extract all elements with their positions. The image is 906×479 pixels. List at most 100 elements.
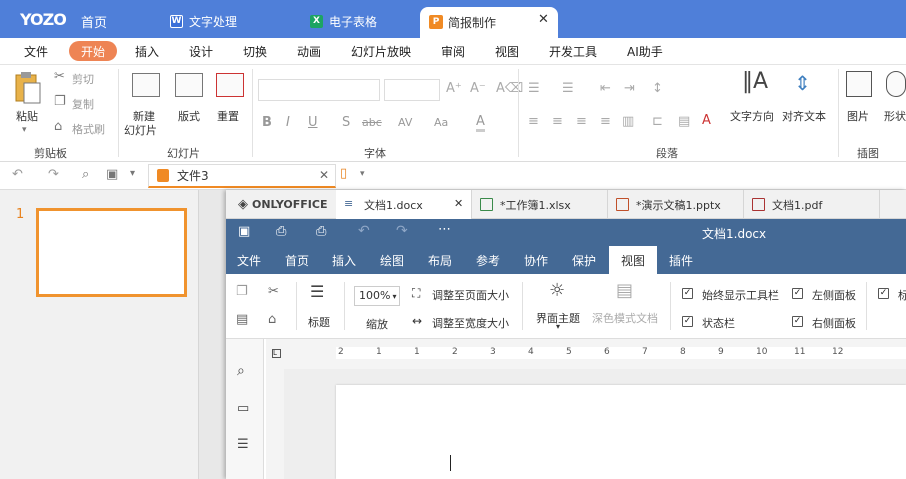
extra-checkbox[interactable]: ✓ — [878, 288, 889, 299]
menu-file[interactable]: 文件 — [24, 43, 48, 60]
menu-view[interactable]: 视图 — [495, 43, 519, 60]
oo-menu-layout[interactable]: 布局 — [428, 252, 452, 269]
copy-icon[interactable]: ❐ — [54, 94, 66, 109]
oo-tab-pptx[interactable]: *演示文稿1.pptx — [608, 190, 744, 219]
clear-format-icon[interactable]: A⌫ — [496, 81, 523, 96]
indent-icon[interactable]: ⇥ — [624, 81, 635, 96]
close-icon[interactable]: ✕ — [319, 168, 329, 182]
outdent-icon[interactable]: ⇤ — [600, 81, 611, 96]
fit-page-icon[interactable]: ⛶ — [412, 286, 420, 301]
menu-start[interactable]: 开始 — [69, 41, 117, 61]
bold-button[interactable]: B — [262, 115, 272, 130]
cut-label[interactable]: 剪切 — [72, 71, 94, 87]
onlyoffice-brand[interactable]: ◈ ONLYOFFICE — [238, 197, 328, 212]
print-icon[interactable]: ⎙ — [276, 224, 286, 239]
oo-menu-references[interactable]: 参考 — [476, 252, 500, 269]
align-right-icon[interactable]: ≡ — [576, 114, 587, 129]
format-painter-icon[interactable]: ⌂ — [54, 119, 62, 134]
tab-stop-icon[interactable]: L — [272, 349, 281, 358]
oo-menu-plugins[interactable]: 插件 — [669, 252, 693, 269]
grow-font-icon[interactable]: A⁺ — [446, 81, 462, 96]
splitter[interactable] — [198, 190, 226, 479]
navigation-icon[interactable]: ☰ — [237, 437, 249, 452]
menu-insert[interactable]: 插入 — [135, 43, 159, 60]
right-panel-checkbox[interactable]: ✓ — [792, 316, 803, 327]
close-icon[interactable]: ✕ — [454, 197, 463, 210]
dark-document-icon[interactable]: ▤ — [616, 280, 633, 301]
close-tab-icon[interactable]: ✕ — [538, 12, 549, 27]
justify-icon[interactable]: ≡ — [600, 114, 611, 129]
menu-animation[interactable]: 动画 — [297, 43, 321, 60]
italic-button[interactable]: I — [286, 115, 290, 130]
strikethrough-button[interactable]: abc — [362, 116, 382, 129]
sun-icon[interactable]: ☼ — [549, 280, 565, 301]
bullets-icon[interactable]: ☰ — [528, 81, 540, 96]
layout-icon[interactable] — [175, 73, 203, 97]
left-panel-checkbox[interactable]: ✓ — [792, 288, 803, 299]
font-size-select[interactable] — [384, 79, 440, 101]
oo-menu-file[interactable]: 文件 — [237, 252, 261, 269]
paste-icon[interactable]: ▤ — [236, 312, 248, 327]
copy-icon[interactable]: ❐ — [236, 284, 248, 299]
shadow-button[interactable]: S — [342, 115, 350, 130]
picture-icon[interactable] — [846, 71, 872, 97]
font-color-button[interactable]: A — [476, 114, 485, 132]
cut-icon[interactable]: ✂ — [54, 69, 65, 84]
heading-label[interactable]: 标题 — [308, 314, 330, 330]
layout-label[interactable]: 版式 — [178, 108, 200, 124]
always-toolbar-label[interactable]: 始终显示工具栏 — [702, 287, 779, 303]
text-direction-label[interactable]: 文字方向 — [730, 108, 774, 124]
align-center-icon[interactable]: ≡ — [552, 114, 563, 129]
underline-button[interactable]: U — [308, 115, 318, 130]
line-spacing-icon[interactable]: ↕ — [652, 81, 663, 96]
right-panel-label[interactable]: 右侧面板 — [812, 315, 856, 331]
redo-icon[interactable]: ↷ — [48, 167, 59, 182]
menu-review[interactable]: 审阅 — [441, 43, 465, 60]
undo-icon[interactable]: ↶ — [12, 167, 23, 182]
shrink-font-icon[interactable]: A⁻ — [470, 81, 486, 96]
heading-icon[interactable]: ☰ — [310, 282, 324, 301]
oo-menu-home[interactable]: 首页 — [285, 252, 309, 269]
new-doc-icon[interactable]: ▯ — [340, 166, 347, 181]
new-slide-label-2[interactable]: 幻灯片 — [124, 122, 157, 138]
oo-menu-protect[interactable]: 保护 — [572, 252, 596, 269]
oo-menu-view[interactable]: 视图 — [609, 246, 657, 274]
shape-label[interactable]: 形状 — [884, 108, 906, 124]
numbering-icon[interactable]: ☰ — [562, 81, 574, 96]
oo-menu-collaborate[interactable]: 协作 — [524, 252, 548, 269]
format-painter-label[interactable]: 格式刷 — [72, 121, 105, 137]
align-text-icon[interactable]: ⇕ — [794, 71, 811, 95]
align-text-label[interactable]: 对齐文本 — [782, 108, 826, 124]
shape-icon[interactable] — [886, 71, 906, 97]
print-preview-icon[interactable]: ⌕ — [82, 167, 89, 182]
tab-spreadsheet[interactable]: X 电子表格 — [310, 7, 377, 35]
fit-width-icon[interactable]: ↔ — [412, 314, 422, 328]
menu-developer[interactable]: 开发工具 — [549, 43, 597, 60]
save-icon[interactable]: ▣ — [238, 224, 250, 239]
format-painter-icon[interactable]: ⌂ — [268, 312, 276, 327]
chevron-down-icon[interactable]: ▾ — [130, 168, 135, 179]
distribute-icon[interactable]: ▥ — [622, 114, 634, 129]
align-left-icon[interactable]: ≡ — [528, 114, 539, 129]
save-icon[interactable]: ▣ — [106, 167, 118, 182]
reset-label[interactable]: 重置 — [217, 108, 239, 124]
chevron-down-icon[interactable]: ▾ — [22, 125, 27, 135]
cut-icon[interactable]: ✂ — [268, 284, 279, 299]
paste-icon[interactable] — [14, 71, 42, 105]
slide-thumbnail[interactable] — [36, 208, 187, 297]
oo-tab-docx[interactable]: ≡ 文档1.docx ✕ — [336, 190, 472, 219]
fit-width-label[interactable]: 调整至宽度大小 — [432, 315, 509, 331]
always-toolbar-checkbox[interactable]: ✓ — [682, 288, 693, 299]
font-name-select[interactable] — [258, 79, 380, 101]
undo-icon[interactable]: ↶ — [358, 223, 370, 239]
dark-mode-label[interactable]: 深色模式文档 — [592, 310, 658, 326]
statusbar-label[interactable]: 状态栏 — [702, 315, 735, 331]
oo-tab-xlsx[interactable]: *工作簿1.xlsx — [472, 190, 608, 219]
chevron-down-icon[interactable]: ▾ — [556, 322, 560, 331]
search-icon[interactable]: ⌕ — [237, 363, 245, 379]
menu-slideshow[interactable]: 幻灯片放映 — [351, 43, 411, 60]
tab-writer[interactable]: W 文字处理 — [170, 7, 237, 35]
char-spacing-button[interactable]: AV — [398, 116, 412, 129]
redo-icon[interactable]: ↷ — [396, 223, 408, 239]
more-icon[interactable]: ⋯ — [438, 222, 451, 237]
